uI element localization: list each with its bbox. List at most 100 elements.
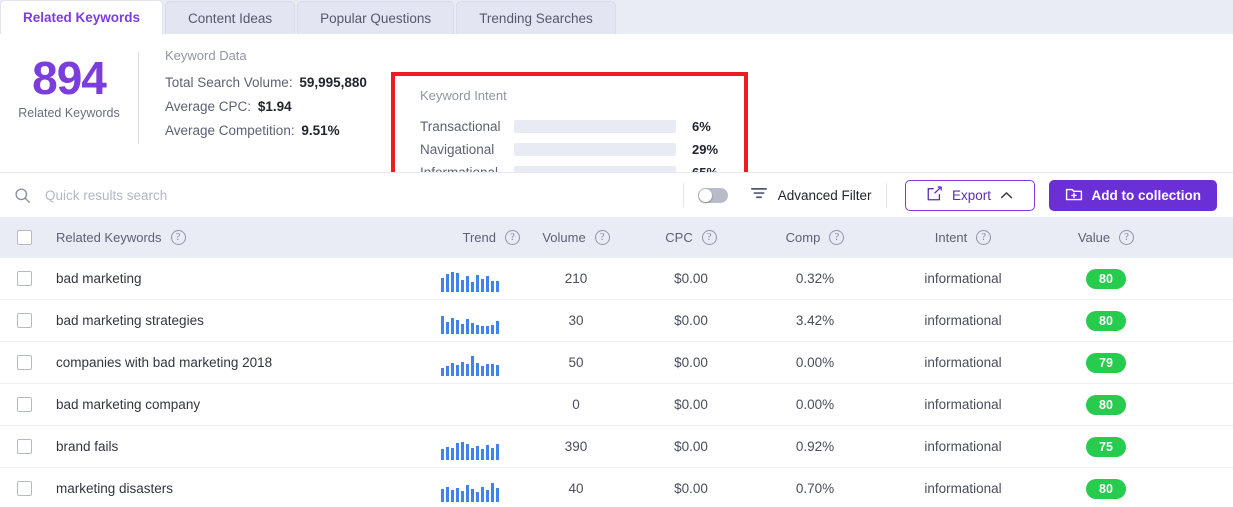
column-header-intent[interactable]: Intent ? (880, 230, 1046, 245)
help-icon[interactable]: ? (829, 230, 845, 245)
column-label: Volume (542, 230, 586, 245)
toolbar-divider-2 (885, 183, 887, 207)
cell-volume: 30 (568, 313, 584, 328)
filter-icon (750, 186, 768, 205)
table-row[interactable]: bad marketing strategies 30 $0.00 3.42% info… (0, 300, 1233, 342)
keyword-research-panel: Related Keywords Content Ideas Popular Q… (0, 0, 1233, 507)
help-icon[interactable]: ? (170, 230, 186, 245)
cell-value: 75 (1046, 436, 1166, 457)
add-to-collection-label: Add to collection (1091, 187, 1202, 203)
results-toolbar: Advanced Filter Export (0, 172, 1233, 217)
cell-volume: 210 (564, 271, 588, 286)
count-value: 894 (32, 52, 107, 104)
metric-label: Average Competition: (165, 123, 295, 138)
trend-sparkline (441, 308, 499, 334)
trend-sparkline (441, 434, 499, 460)
metric-value: 9.51% (301, 123, 340, 138)
column-label: CPC (665, 230, 693, 245)
search-input[interactable] (45, 187, 375, 203)
cell-volume: 50 (568, 355, 584, 370)
table-row[interactable]: bad marketing 210 $0.00 0.32% informational 8… (0, 258, 1233, 300)
cell-cpc: $0.00 (674, 397, 708, 412)
add-to-collection-button[interactable]: Add to collection (1048, 179, 1217, 211)
cell-trend (420, 350, 520, 376)
metric-label: Total Search Volume: (165, 75, 293, 90)
advanced-filter-button[interactable]: Advanced Filter (750, 186, 872, 205)
advanced-filter-toggle[interactable] (697, 187, 728, 203)
cell-cpc: $0.00 (674, 271, 708, 286)
help-icon[interactable]: ? (594, 230, 610, 245)
tab-related-keywords[interactable]: Related Keywords (0, 0, 164, 34)
advanced-filter-label: Advanced Filter (777, 187, 872, 203)
cell-comp: 0.32% (795, 271, 835, 286)
select-all-checkbox[interactable] (16, 230, 32, 245)
column-header-comp[interactable]: Comp ? (750, 230, 880, 245)
metric-average-competition: Average Competition: 9.51% (165, 123, 367, 138)
column-label: Trend (462, 230, 496, 245)
cell-value: 80 (1046, 310, 1166, 331)
metric-value: $1.94 (257, 99, 292, 114)
cell-intent: informational (924, 481, 1002, 496)
help-icon[interactable]: ? (701, 230, 717, 245)
row-checkbox[interactable] (16, 271, 32, 286)
row-select-cell (0, 355, 48, 370)
cell-trend (420, 266, 520, 292)
export-button[interactable]: Export (904, 179, 1035, 211)
cell-trend (420, 476, 520, 502)
trend-sparkline (441, 350, 499, 376)
tab-trending-searches[interactable]: Trending Searches (456, 1, 616, 34)
cell-keyword[interactable]: companies with bad marketing 2018 (48, 355, 420, 370)
cell-keyword[interactable]: marketing disasters (48, 481, 420, 496)
column-header-trend[interactable]: Trend ? (420, 230, 520, 245)
cell-keyword[interactable]: bad marketing strategies (48, 313, 420, 328)
select-all-cell (0, 230, 48, 245)
value-badge: 80 (1086, 310, 1126, 331)
quick-search-box[interactable] (14, 187, 669, 204)
table-row[interactable]: marketing disasters 40 $0.00 0.70% informati… (0, 468, 1233, 507)
column-header-value[interactable]: Value ? (1046, 230, 1166, 245)
toolbar-divider (682, 183, 684, 207)
cell-keyword[interactable]: brand fails (48, 439, 420, 454)
column-label: Value (1077, 230, 1111, 245)
cell-cpc: $0.00 (674, 481, 708, 496)
row-checkbox[interactable] (16, 439, 32, 454)
column-label: Related Keywords (56, 230, 162, 245)
value-badge: 80 (1086, 394, 1126, 415)
cell-intent: informational (924, 397, 1002, 412)
tab-popular-questions[interactable]: Popular Questions (297, 1, 455, 34)
cell-comp: 0.92% (795, 439, 835, 454)
metric-average-cpc: Average CPC: $1.94 (165, 99, 367, 114)
cell-value: 80 (1046, 394, 1166, 415)
value-badge: 80 (1086, 478, 1126, 499)
row-checkbox[interactable] (16, 397, 32, 412)
metric-value: 59,995,880 (299, 75, 367, 90)
tab-content-ideas[interactable]: Content Ideas (165, 1, 296, 34)
help-icon[interactable]: ? (505, 230, 520, 245)
share-export-icon (926, 185, 943, 205)
help-icon[interactable]: ? (1119, 230, 1135, 245)
row-checkbox[interactable] (16, 313, 32, 328)
cell-cpc: $0.00 (674, 439, 708, 454)
table-row[interactable]: companies with bad marketing 2018 50 $0.00… (0, 342, 1233, 384)
column-header-cpc[interactable]: CPC ? (632, 230, 750, 245)
cell-keyword[interactable]: bad marketing (48, 271, 420, 286)
cell-cpc: $0.00 (674, 355, 708, 370)
table-row[interactable]: brand fails 390 $0.00 0.92% informational 75 (0, 426, 1233, 468)
row-select-cell (0, 313, 48, 328)
row-checkbox[interactable] (16, 481, 32, 496)
tab-label: Content Ideas (188, 10, 273, 26)
cell-comp: 3.42% (795, 313, 835, 328)
chevron-up-icon (1000, 188, 1013, 203)
trend-sparkline (441, 476, 499, 502)
cell-comp: 0.70% (795, 481, 835, 496)
column-header-keyword[interactable]: Related Keywords ? (48, 230, 420, 245)
summary-strip: 894 Related Keywords Keyword Data Total … (0, 34, 1233, 204)
column-label: Comp (785, 230, 821, 245)
column-header-volume[interactable]: Volume ? (520, 230, 632, 245)
help-icon[interactable]: ? (976, 230, 992, 245)
row-checkbox[interactable] (16, 355, 32, 370)
cell-comp: 0.00% (795, 355, 835, 370)
cell-keyword[interactable]: bad marketing company (48, 397, 420, 412)
cell-value: 80 (1046, 478, 1166, 499)
table-row[interactable]: bad marketing company 0 $0.00 0.00% informat… (0, 384, 1233, 426)
